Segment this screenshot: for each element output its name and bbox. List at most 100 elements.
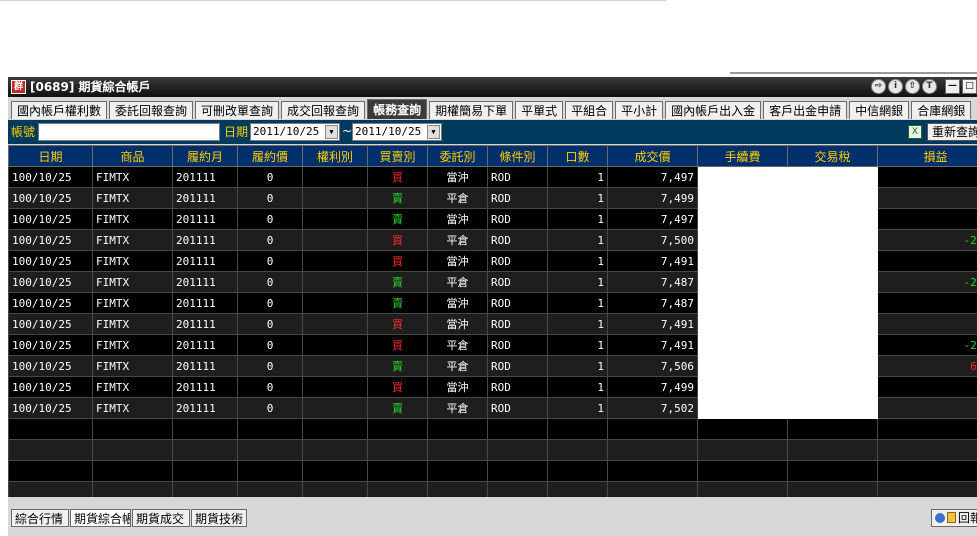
account-detail-grid[interactable]: 日期 商品 履約月 履約價 權利別 買賣別 委託別 條件別 口數 成交價 手續費 交易稅 損益 100/…: [8, 145, 977, 497]
share-icon[interactable]: ⇧: [905, 79, 920, 94]
tab-1[interactable]: 委託回報查詢: [109, 101, 194, 119]
cell-order: 平倉: [427, 355, 488, 377]
cell-strike: 0: [237, 397, 303, 419]
tab-7[interactable]: 平組合: [565, 101, 614, 119]
table-row[interactable]: 100/10/25FIMTX2011110 買平倉ROD17,500 -222: [8, 229, 977, 251]
tab-8[interactable]: 平小計: [615, 101, 664, 119]
cell-side: 買: [367, 250, 428, 272]
window-controls: — □: [945, 79, 977, 94]
empty-cell: [547, 481, 608, 497]
table-row[interactable]: 100/10/25FIMTX2011110 買平倉ROD17,491 -272: [8, 334, 977, 356]
cell-price: 7,491: [607, 334, 698, 356]
cell-tax: [787, 292, 878, 314]
cell-product: FIMTX: [92, 334, 173, 356]
tab-2[interactable]: 可刪改單查詢: [195, 101, 280, 119]
tab-6[interactable]: 平單式: [515, 101, 564, 119]
tab-11[interactable]: 中信網銀: [849, 101, 910, 119]
tab-5[interactable]: 期權簡易下單: [429, 101, 514, 119]
requery-button[interactable]: 重新查詢: [927, 123, 977, 141]
table-row[interactable]: 100/10/25FIMTX2011110 賣平倉ROD17,499 28: [8, 187, 977, 209]
column-header[interactable]: 交易稅: [787, 145, 878, 167]
account-input[interactable]: [38, 123, 220, 141]
bottom-tab-2[interactable]: 期貨成交: [132, 509, 190, 527]
column-header[interactable]: 履約月: [172, 145, 238, 167]
bottom-tab-0[interactable]: 綜合行情: [11, 509, 69, 527]
column-header[interactable]: 條件別: [487, 145, 548, 167]
cell-tax: [787, 250, 878, 272]
window-title: [0689] 期貨綜合帳戶: [30, 80, 151, 94]
tray-area[interactable]: 回報: [931, 509, 977, 527]
tab-3[interactable]: 成交回報查詢: [281, 101, 366, 119]
date-to-select[interactable]: 2011/10/25 ▼: [352, 123, 442, 141]
table-row[interactable]: 100/10/25 FIMTX 201111 0 賣當沖 ROD 1 7,497: [8, 208, 977, 230]
tab-10[interactable]: 客戶出金申請: [763, 101, 848, 119]
empty-cell: [302, 460, 368, 482]
tab-4[interactable]: 帳務查詢: [367, 99, 428, 119]
cell-month: 201111: [172, 376, 238, 398]
tab-12[interactable]: 合庫網銀: [911, 101, 972, 119]
cell-product: FIMTX: [92, 376, 173, 398]
cell-date: 100/10/25: [8, 229, 93, 251]
cell-month: 201111: [172, 229, 238, 251]
minimize-button[interactable]: —: [945, 79, 960, 94]
cell-pnl: [877, 376, 977, 398]
empty-cell: [877, 439, 977, 461]
tray-label: 回報: [958, 511, 977, 525]
table-row[interactable]: 100/10/25 FIMTX 201111 0 賣當沖 ROD 1 7,487: [8, 292, 977, 314]
cell-strike: 0: [237, 187, 303, 209]
cell-qty: 1: [547, 271, 608, 293]
empty-cell: [8, 481, 93, 497]
document-icon: [947, 512, 956, 523]
cell-right: [302, 229, 368, 251]
bottom-tab-1[interactable]: 期貨綜合帳戶: [70, 509, 131, 527]
title-bar[interactable]: 群 [0689] 期貨綜合帳戶 ⇨ i ⇧ T — □: [8, 77, 977, 97]
cell-order: 平倉: [427, 334, 488, 356]
column-header[interactable]: 履約價: [237, 145, 303, 167]
column-header[interactable]: 商品: [92, 145, 173, 167]
chevron-down-icon[interactable]: ▼: [427, 125, 440, 139]
table-row[interactable]: 100/10/25 FIMTX 201111 0 買當沖 ROD 1 7,491: [8, 313, 977, 335]
column-header[interactable]: 買賣別: [367, 145, 428, 167]
cell-month: 201111: [172, 334, 238, 356]
column-header[interactable]: 損益: [877, 145, 977, 167]
tab-0[interactable]: 國內帳戶權利數: [11, 101, 108, 119]
empty-cell: [877, 460, 977, 482]
cell-product: FIMTX: [92, 208, 173, 230]
table-row[interactable]: 100/10/25 FIMTX 201111 0 買當沖 ROD 1 7,499: [8, 376, 977, 398]
table-row[interactable]: 100/10/25FIMTX2011110 賣平倉ROD17,502 78: [8, 397, 977, 419]
date-from-select[interactable]: 2011/10/25 ▼: [250, 123, 340, 141]
table-row[interactable]: 100/10/25 FIMTX 201111 0 買當沖 ROD 1 7,491: [8, 250, 977, 272]
cell-tax: [787, 334, 878, 356]
empty-cell: [697, 460, 788, 482]
table-row[interactable]: 100/10/25FIMTX2011110 賣平倉ROD17,506 678: [8, 355, 977, 377]
cell-pnl: -272: [877, 271, 977, 293]
tab-9[interactable]: 國內帳戶出入金: [665, 101, 762, 119]
table-row[interactable]: 100/10/25 FIMTX 201111 0 買當沖 ROD 1 7,497: [8, 166, 977, 188]
maximize-button[interactable]: □: [962, 79, 977, 94]
cell-order: 當沖: [427, 313, 488, 335]
empty-cell: [237, 439, 303, 461]
empty-cell: [427, 481, 488, 497]
bottom-tab-3[interactable]: 期貨技術: [191, 509, 247, 527]
column-header[interactable]: 委託別: [427, 145, 488, 167]
column-header[interactable]: 權利別: [302, 145, 368, 167]
info-icon[interactable]: i: [888, 79, 903, 94]
column-header[interactable]: 口數: [547, 145, 608, 167]
cell-date: 100/10/25: [8, 334, 93, 356]
cell-product: FIMTX: [92, 250, 173, 272]
excel-export-icon[interactable]: X: [908, 125, 922, 139]
cell-qty: 1: [547, 397, 608, 419]
cell-date: 100/10/25: [8, 250, 93, 272]
cell-right: [302, 334, 368, 356]
cell-cond: ROD: [487, 397, 548, 419]
cell-cond: ROD: [487, 187, 548, 209]
table-row[interactable]: 100/10/25FIMTX2011110 賣平倉ROD17,487 -272: [8, 271, 977, 293]
column-header[interactable]: 日期: [8, 145, 93, 167]
column-header[interactable]: 手續費: [697, 145, 788, 167]
cell-cond: ROD: [487, 166, 548, 188]
export-icon[interactable]: ⇨: [871, 79, 886, 94]
bottom-taskbar: 綜合行情期貨綜合帳戶期貨成交期貨技術 回報: [8, 503, 977, 536]
column-header[interactable]: 成交價: [607, 145, 698, 167]
chevron-down-icon[interactable]: ▼: [325, 125, 338, 139]
pin-icon[interactable]: T: [922, 79, 937, 94]
